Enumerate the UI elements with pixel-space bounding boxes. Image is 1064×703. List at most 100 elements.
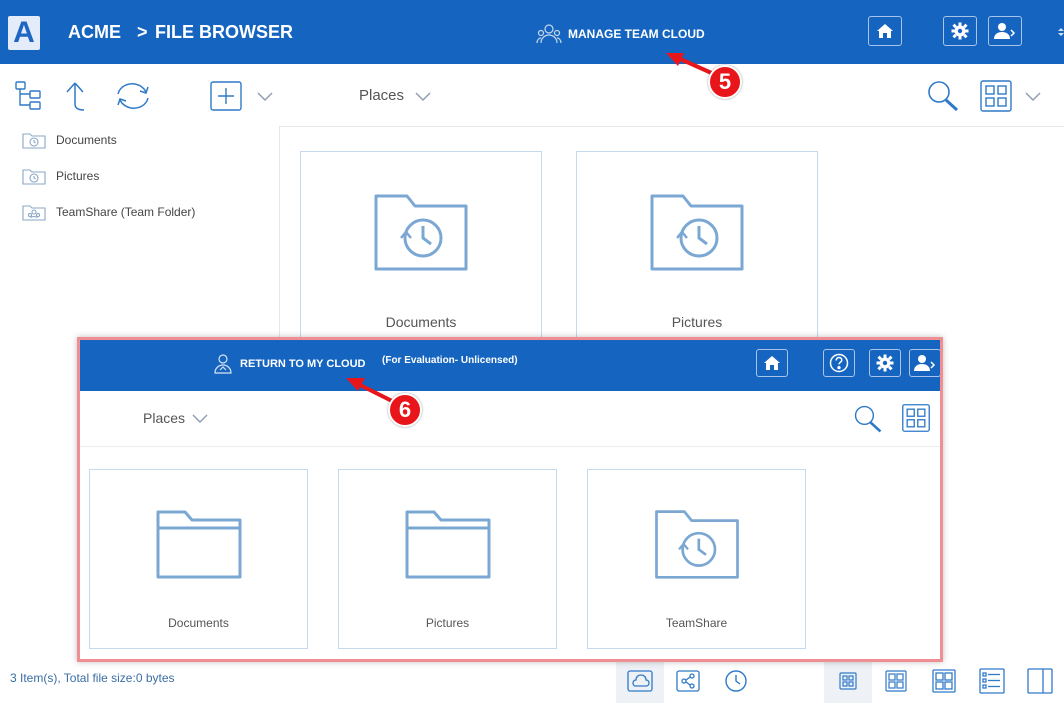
home-icon [877,24,893,38]
folder-tile-documents[interactable]: Documents [300,151,542,341]
medium-grid-icon [885,670,907,692]
up-folder-button[interactable] [60,79,90,113]
team-folder-icon [22,205,46,221]
user-return-icon [214,354,232,374]
logo-letter: A [13,16,35,49]
annotation-marker-5: 5 [708,65,742,99]
team-view-mode-button[interactable] [900,402,932,434]
tile-label: Documents [168,616,229,630]
share-view-button[interactable] [664,659,712,703]
gear-icon [876,354,894,372]
team-cloud-top-bar: RETURN TO MY CLOUD (For Evaluation- Unli… [80,340,940,391]
large-grid-icon [932,669,956,693]
view-mode-button[interactable] [978,78,1014,114]
sidebar-item-label: Pictures [56,169,100,183]
search-icon [854,405,882,433]
team-cloud-panel: RETURN TO MY CLOUD (For Evaluation- Unli… [77,337,943,662]
brand-name[interactable]: ACME [68,22,121,43]
home-button[interactable] [868,16,902,46]
sidebar-item-label: Documents [56,133,117,147]
help-button[interactable] [823,349,855,377]
manage-team-cloud-button[interactable]: MANAGE TEAM CLOUD [536,20,705,48]
team-toolbar-divider [80,446,940,447]
share-icon [676,670,700,692]
folder-icon [405,510,490,579]
view-mode-dropdown-button[interactable] [1022,86,1044,106]
cloud-icon [627,670,653,692]
search-icon [928,81,959,112]
home-icon [764,356,780,370]
team-places-label: Places [143,410,186,426]
history-folder-icon [374,194,468,271]
tile-label: TeamShare [665,616,728,630]
history-folder-icon [650,194,744,271]
medium-grid-view-button[interactable] [872,659,920,703]
sidebar-item-pictures[interactable]: Pictures [22,166,99,186]
team-folder-tile-documents[interactable]: Documents [89,469,308,649]
user-menu-button[interactable] [988,16,1022,46]
cloud-view-button[interactable] [616,659,664,703]
refresh-button[interactable] [112,79,154,113]
team-user-menu-button[interactable] [909,349,940,377]
folder-tree-button[interactable] [12,79,46,113]
sidebar-item-documents[interactable]: Documents [22,130,117,150]
license-status-label: (For Evaluation- Unlicensed) [382,355,518,366]
preview-pane-button[interactable] [1016,659,1064,703]
sidebar-item-label: TeamShare (Team Folder) [56,205,196,219]
manage-team-cloud-label: MANAGE TEAM CLOUD [568,27,705,41]
list-view-button[interactable] [968,659,1016,703]
up-arrow-icon [66,82,85,111]
folder-icon [156,510,241,579]
places-dropdown-button[interactable] [412,86,434,106]
status-text: 3 Item(s), Total file size:0 bytes [10,671,175,685]
add-button[interactable] [209,80,243,112]
team-folder-tile-pictures[interactable]: Pictures [338,469,557,649]
grid-view-icon [980,80,1012,112]
folder-tree-icon [15,81,41,110]
return-to-my-cloud-label: RETURN TO MY CLOUD [240,358,366,370]
history-folder-icon [654,510,739,579]
sidebar-item-teamshare[interactable]: TeamShare (Team Folder) [22,202,195,222]
places-label[interactable]: Places [359,87,404,104]
annotation-marker-6: 6 [388,393,422,427]
chevron-down-icon [1025,92,1041,101]
settings-button[interactable] [943,16,977,46]
preview-pane-icon [1027,668,1053,694]
tile-label: Pictures [671,314,723,330]
folder-tile-pictures[interactable]: Pictures [576,151,818,341]
team-settings-button[interactable] [869,349,901,377]
team-home-button[interactable] [756,349,788,377]
chevron-down-icon [415,92,431,101]
file-browser-screen: A ACME > FILE BROWSER MANAGE TEAM CLOUD [0,0,1064,703]
team-search-button[interactable] [851,402,885,436]
small-grid-view-button[interactable] [824,659,872,703]
user-menu-icon [914,355,936,371]
toolbar-divider [279,126,1064,127]
breadcrumb-separator: > [137,22,148,42]
toolbar [0,64,1064,126]
scroll-indicator-icon [1058,28,1064,36]
large-grid-view-button[interactable] [920,659,968,703]
return-to-my-cloud-button[interactable]: RETURN TO MY CLOUD [211,352,366,376]
list-view-icon [979,668,1005,694]
small-grid-icon [839,672,857,690]
team-places-dropdown[interactable]: Places [143,410,209,426]
clock-icon [725,670,747,692]
page-title: FILE BROWSER [155,22,293,42]
chevron-down-icon [257,92,273,101]
refresh-icon [117,83,149,109]
grid-view-icon [902,404,930,432]
recent-view-button[interactable] [712,659,760,703]
add-dropdown-button[interactable] [254,86,276,106]
add-icon [210,81,242,111]
team-folder-tile-teamshare[interactable]: TeamShare [587,469,806,649]
app-logo[interactable]: A [8,16,40,50]
team-icon [536,24,562,44]
user-menu-icon [994,23,1016,39]
top-bar: A ACME > FILE BROWSER MANAGE TEAM CLOUD [0,0,1064,64]
search-button[interactable] [924,78,962,114]
tile-label: Documents [385,314,457,330]
history-folder-icon [22,133,46,149]
chevron-down-icon [192,414,208,423]
tile-label: Pictures [425,616,470,630]
